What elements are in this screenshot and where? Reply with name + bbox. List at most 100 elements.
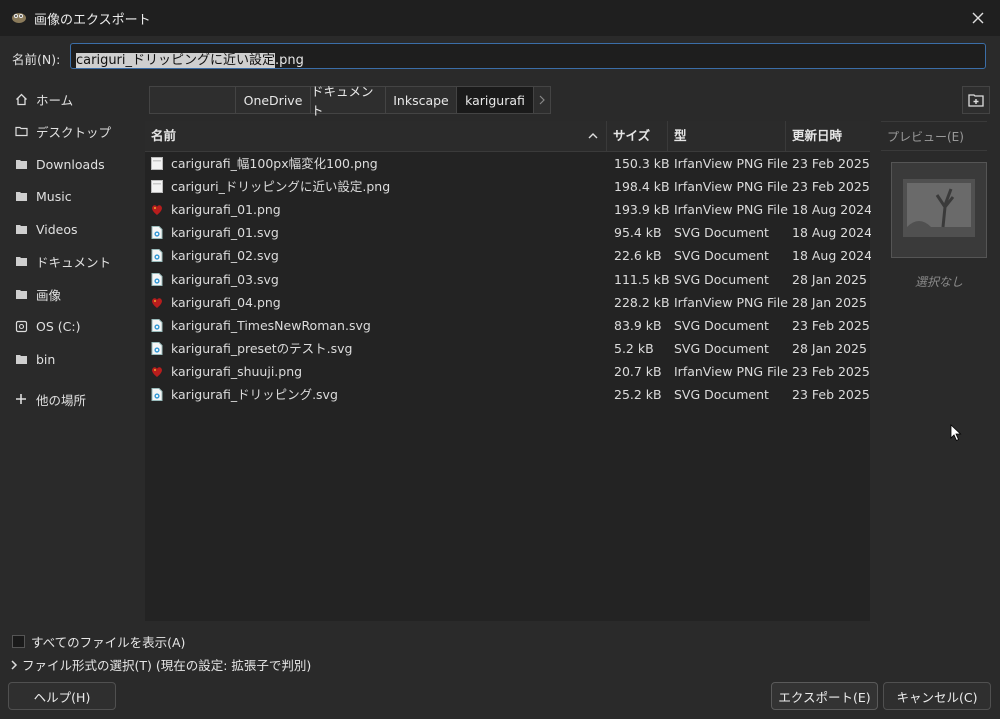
file-type: IrfanView PNG File	[674, 156, 788, 171]
sidebar-item-other-locations[interactable]: 他の場所	[0, 385, 144, 413]
column-header-name-label: 名前	[151, 128, 177, 143]
file-row[interactable]: carigurafi_幅100px幅変化100.png 150.3 kB Irfan…	[145, 152, 870, 175]
file-modified: 23 Feb 2025	[792, 179, 870, 195]
file-modified: 23 Feb 2025	[792, 156, 870, 171]
file-row[interactable]: karigurafi_01.png 193.9 kB IrfanView PNG F…	[145, 198, 872, 221]
column-header-type[interactable]: 型	[668, 121, 786, 151]
file-size: 25.2 kB	[614, 387, 662, 402]
preview-placeholder-image	[891, 162, 987, 258]
drive-icon	[14, 319, 28, 333]
places-sidebar: ホーム デスクトップ Downloads Music Videos ドキュメント…	[0, 80, 144, 620]
folder-icon	[14, 189, 28, 203]
path-segment-root[interactable]	[149, 86, 236, 114]
help-button[interactable]: ヘルプ(H)	[8, 682, 116, 710]
folder-icon	[14, 222, 28, 236]
preview-pane: プレビュー(E) 選択なし	[871, 121, 1000, 621]
file-list: 名前 サイズ 型 更新日時 carigurafi_幅100px幅変化100.pn…	[145, 121, 872, 621]
file-type: SVG Document	[674, 317, 769, 333]
file-name: karigurafi_01.png	[171, 202, 281, 218]
file-modified: 18 Aug 2024	[792, 248, 872, 264]
preview-title[interactable]: プレビュー(E)	[881, 121, 987, 151]
sidebar-item-label: Videos	[36, 221, 78, 237]
column-header-modified[interactable]: 更新日時	[786, 121, 870, 151]
file-row[interactable]: karigurafi_shuuji.png 20.7 kB IrfanView PN…	[145, 360, 870, 383]
file-name: cariguri_ドリッピングに近い設定.png	[171, 179, 391, 195]
image-file-icon	[151, 180, 163, 194]
file-type: SVG Document	[674, 248, 769, 264]
create-folder-button[interactable]	[962, 86, 990, 114]
svg-file-icon	[151, 226, 163, 240]
mouse-cursor-icon	[950, 424, 962, 442]
file-row[interactable]: cariguri_ドリッピングに近い設定.png 198.4 kB IrfanVie…	[145, 175, 870, 198]
file-row[interactable]: karigurafi_03.svg 111.5 kB SVG Document 28 …	[145, 268, 870, 291]
sidebar-item-bin[interactable]: bin	[0, 345, 144, 373]
show-all-files-label: すべてのファイルを表示(A)	[31, 635, 186, 650]
file-name: carigurafi_幅100px幅変化100.png	[171, 156, 378, 171]
file-name: karigurafi_ドリッピング.svg	[171, 387, 338, 402]
file-type: SVG Document	[674, 387, 769, 402]
file-modified: 23 Feb 2025	[792, 387, 870, 402]
cancel-button[interactable]: キャンセル(C)	[883, 682, 991, 710]
column-header-name[interactable]: 名前	[145, 121, 607, 151]
path-segment-inkscape[interactable]: Inkscape	[385, 86, 457, 114]
sidebar-item-os-drive[interactable]: OS (C:)	[0, 312, 144, 340]
chevron-right-icon	[10, 659, 20, 671]
file-row[interactable]: karigurafi_presetのテスト.svg 5.2 kB SVG Docum…	[145, 337, 870, 360]
file-row[interactable]: karigurafi_02.svg 22.6 kB SVG Document 18 A…	[145, 244, 872, 267]
file-size: 83.9 kB	[614, 317, 662, 333]
sidebar-item-desktop[interactable]: デスクトップ	[0, 117, 144, 145]
file-type-expander[interactable]: ファイル形式の選択(T) (現在の設定: 拡張子で判別)	[10, 655, 311, 674]
file-size: 228.2 kB	[614, 294, 669, 310]
sidebar-item-label: Music	[36, 188, 72, 204]
file-row[interactable]: karigurafi_01.svg 95.4 kB SVG Document 18 A…	[145, 221, 872, 244]
file-type: IrfanView PNG File	[674, 363, 788, 379]
folder-icon	[14, 287, 28, 301]
filename-label: 名前(N):	[12, 52, 61, 67]
sidebar-item-music[interactable]: Music	[0, 182, 144, 210]
file-modified: 28 Jan 2025	[792, 294, 867, 310]
export-button[interactable]: エクスポート(E)	[771, 682, 878, 710]
sidebar-item-documents[interactable]: ドキュメント	[0, 247, 144, 275]
folder-icon	[14, 254, 28, 268]
file-modified: 28 Jan 2025	[792, 340, 867, 356]
sidebar-item-label: OS (C:)	[36, 318, 81, 334]
close-button[interactable]	[956, 0, 1000, 36]
folder-icon	[14, 157, 28, 171]
column-header-size[interactable]: サイズ	[607, 121, 668, 151]
new-folder-icon	[968, 94, 984, 107]
folder-icon	[14, 352, 28, 366]
file-name: karigurafi_02.svg	[171, 248, 279, 264]
svg-file-icon	[151, 341, 163, 355]
file-row[interactable]: karigurafi_TimesNewRoman.svg 83.9 kB SVG D…	[145, 314, 870, 337]
path-scroll-right-button[interactable]	[533, 86, 551, 114]
sidebar-item-home[interactable]: ホーム	[0, 85, 144, 113]
show-all-files-checkbox[interactable]	[12, 635, 25, 648]
file-size: 193.9 kB	[614, 202, 669, 218]
file-row[interactable]: karigurafi_ドリッピング.svg 25.2 kB SVG Document…	[145, 383, 870, 406]
file-type: IrfanView PNG File	[674, 294, 788, 310]
home-icon	[14, 92, 28, 106]
sidebar-item-label: ドキュメント	[36, 254, 112, 270]
file-size: 150.3 kB	[614, 156, 669, 171]
sidebar-item-videos[interactable]: Videos	[0, 215, 144, 243]
file-name: karigurafi_01.svg	[171, 225, 279, 241]
sidebar-item-label: ホーム	[36, 92, 74, 108]
sidebar-item-pictures[interactable]: 画像	[0, 280, 144, 308]
svg-file-icon	[151, 318, 163, 332]
path-segment-karigurafi[interactable]: karigurafi	[456, 86, 534, 114]
show-all-files-option[interactable]: すべてのファイルを表示(A)	[12, 632, 185, 651]
file-size: 198.4 kB	[614, 179, 669, 195]
path-segment-documents[interactable]: ドキュメント	[310, 84, 386, 118]
file-modified: 18 Aug 2024	[792, 225, 872, 241]
filename-row: 名前(N): cariguri_ドリッピングに近い設定.png	[0, 40, 1000, 74]
sidebar-item-downloads[interactable]: Downloads	[0, 150, 144, 178]
path-segment-onedrive[interactable]: OneDrive	[235, 86, 311, 114]
file-row[interactable]: karigurafi_04.png 228.2 kB IrfanView PNG F…	[145, 291, 870, 314]
file-modified: 23 Feb 2025	[792, 363, 870, 379]
export-image-dialog: 画像のエクスポート 名前(N): cariguri_ドリッピングに近い設定.pn…	[0, 0, 1000, 719]
filename-selected-text: cariguri_ドリッピングに近い設定	[76, 53, 276, 68]
png-file-icon	[151, 203, 163, 216]
filename-input[interactable]: cariguri_ドリッピングに近い設定.png	[70, 43, 986, 69]
sidebar-item-label: 画像	[36, 287, 62, 303]
svg-file-icon	[151, 388, 163, 401]
